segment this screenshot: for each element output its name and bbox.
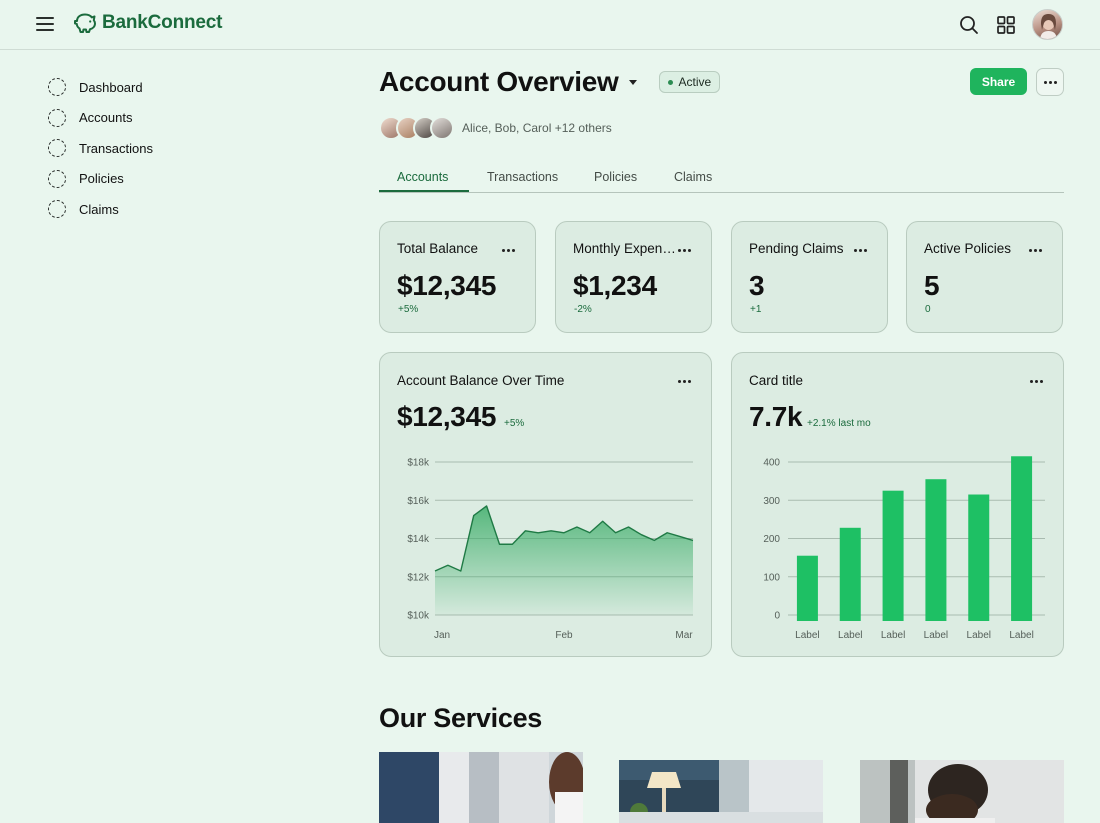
service-photo	[379, 752, 583, 823]
collaborators[interactable]: Alice, Bob, Carol +12 others	[379, 116, 612, 140]
brand-name: BankConnect	[102, 12, 223, 33]
more-options-button[interactable]	[1036, 68, 1064, 96]
x-tick-label: Label	[795, 630, 819, 641]
tab-transactions[interactable]: Transactions	[487, 170, 558, 184]
sidebar-item-label: Accounts	[79, 110, 133, 126]
kpi-card-pending-claims: Pending Claims 3 +1	[731, 221, 888, 333]
x-tick-label: Label	[967, 630, 991, 641]
sidebar-item-accounts[interactable]: Accounts	[48, 103, 248, 134]
piggy-bank-icon	[74, 13, 96, 33]
avatar	[430, 116, 454, 140]
tab-bar: Accounts Transactions Policies Claims	[379, 164, 1064, 193]
sidebar-item-label: Transactions	[79, 140, 153, 156]
active-tab-indicator	[379, 190, 469, 192]
brand-logo[interactable]: BankConnect	[73, 12, 222, 34]
x-tick-label: Label	[1009, 630, 1033, 641]
status-badge: Active	[658, 71, 721, 93]
bar	[1011, 456, 1033, 621]
sidebar-item-claims[interactable]: Claims	[48, 194, 248, 225]
sidebar-item-transactions[interactable]: Transactions	[48, 133, 248, 164]
y-tick-label: $14k	[407, 534, 430, 545]
x-tick-label: Feb	[555, 630, 573, 641]
dashed-circle-icon	[48, 108, 66, 127]
dashed-circle-icon	[48, 78, 66, 97]
tab-policies[interactable]: Policies	[594, 170, 637, 184]
sidebar: Dashboard Accounts Transactions Policies…	[48, 72, 248, 225]
x-tick-label: Label	[838, 630, 862, 641]
y-tick-label: 200	[763, 534, 780, 545]
y-tick-label: 0	[774, 611, 780, 622]
chevron-down-icon[interactable]	[628, 79, 637, 85]
sidebar-item-label: Policies	[79, 171, 124, 187]
services-title: Our Services	[379, 703, 543, 733]
user-avatar[interactable]	[1032, 9, 1063, 40]
bar-chart: 0 100 200 300 400 Label Label Label Label Label La…	[763, 456, 1045, 641]
service-photo	[860, 760, 1064, 823]
page-title: Account Overview	[379, 66, 619, 97]
search-icon[interactable]	[957, 13, 981, 37]
area-chart: $10k $12k $14k $16k $18k Jan Feb Mar	[407, 458, 693, 642]
x-tick-label: Jan	[434, 630, 450, 641]
grid-icon[interactable]	[994, 13, 1018, 37]
more-icon[interactable]	[851, 246, 870, 255]
y-tick-label: 300	[763, 496, 780, 507]
sidebar-item-policies[interactable]: Policies	[48, 164, 248, 195]
kpi-change: +5%	[398, 304, 419, 315]
kpi-value: 5	[924, 270, 940, 301]
kpi-card-active-policies: Active Policies 5 0	[906, 221, 1063, 333]
kpi-title: Pending Claims	[749, 241, 844, 256]
y-tick-label: 100	[763, 572, 780, 583]
y-tick-label: $12k	[407, 572, 430, 583]
collaborators-text: Alice, Bob, Carol +12 others	[462, 121, 612, 135]
more-icon[interactable]	[675, 246, 694, 255]
top-bar: BankConnect	[0, 0, 1100, 50]
x-tick-label: Label	[881, 630, 905, 641]
sidebar-item-dashboard[interactable]: Dashboard	[48, 72, 248, 103]
area-fill	[435, 505, 693, 615]
dashed-circle-icon	[48, 139, 66, 158]
kpi-title: Monthly Expenses	[573, 241, 677, 256]
kpi-change: +1	[750, 304, 762, 315]
x-tick-label: Label	[924, 630, 948, 641]
bar	[882, 490, 904, 621]
balance-chart-card: Account Balance Over Time $12,345 +5% $1…	[379, 352, 712, 657]
y-tick-label: $16k	[407, 496, 430, 507]
bar	[796, 555, 818, 621]
kpi-card-monthly-expenses: Monthly Expenses $1,234 -2%	[555, 221, 712, 333]
page-header: Account Overview Active	[379, 66, 721, 98]
menu-icon[interactable]	[36, 17, 54, 31]
y-tick-label: 400	[763, 458, 780, 469]
service-photo	[619, 760, 823, 823]
dashed-circle-icon	[48, 169, 66, 188]
tab-claims[interactable]: Claims	[674, 170, 712, 184]
bar	[839, 527, 861, 621]
service-image[interactable]	[860, 760, 1064, 823]
service-image[interactable]	[619, 760, 823, 823]
y-tick-label: $10k	[407, 611, 430, 622]
bar-chart-card: Card title 7.7k +2.1% last mo 0 100 200 300…	[731, 352, 1064, 657]
kpi-title: Total Balance	[397, 241, 479, 256]
kpi-title: Active Policies	[924, 241, 1012, 256]
tab-accounts[interactable]: Accounts	[397, 170, 448, 184]
x-tick-label: Mar	[675, 630, 693, 641]
sidebar-item-label: Dashboard	[79, 79, 143, 95]
bar	[968, 494, 990, 621]
kpi-card-total-balance: Total Balance $12,345 +5%	[379, 221, 536, 333]
kpi-value: $1,234	[573, 270, 657, 301]
more-icon[interactable]	[499, 246, 518, 255]
dashed-circle-icon	[48, 200, 66, 219]
kpi-value: $12,345	[397, 270, 497, 301]
status-label: Active	[678, 75, 712, 89]
y-tick-label: $18k	[407, 458, 430, 469]
kpi-change: -2%	[574, 304, 592, 315]
avatar-photo	[1040, 14, 1057, 39]
sidebar-item-label: Claims	[79, 201, 119, 217]
kpi-value: 3	[749, 270, 765, 301]
bar	[925, 479, 947, 621]
service-image[interactable]	[379, 752, 583, 823]
share-button[interactable]: Share	[970, 68, 1027, 95]
status-dot-icon	[667, 79, 673, 85]
more-icon[interactable]	[1026, 246, 1045, 255]
kpi-change: 0	[925, 304, 931, 315]
